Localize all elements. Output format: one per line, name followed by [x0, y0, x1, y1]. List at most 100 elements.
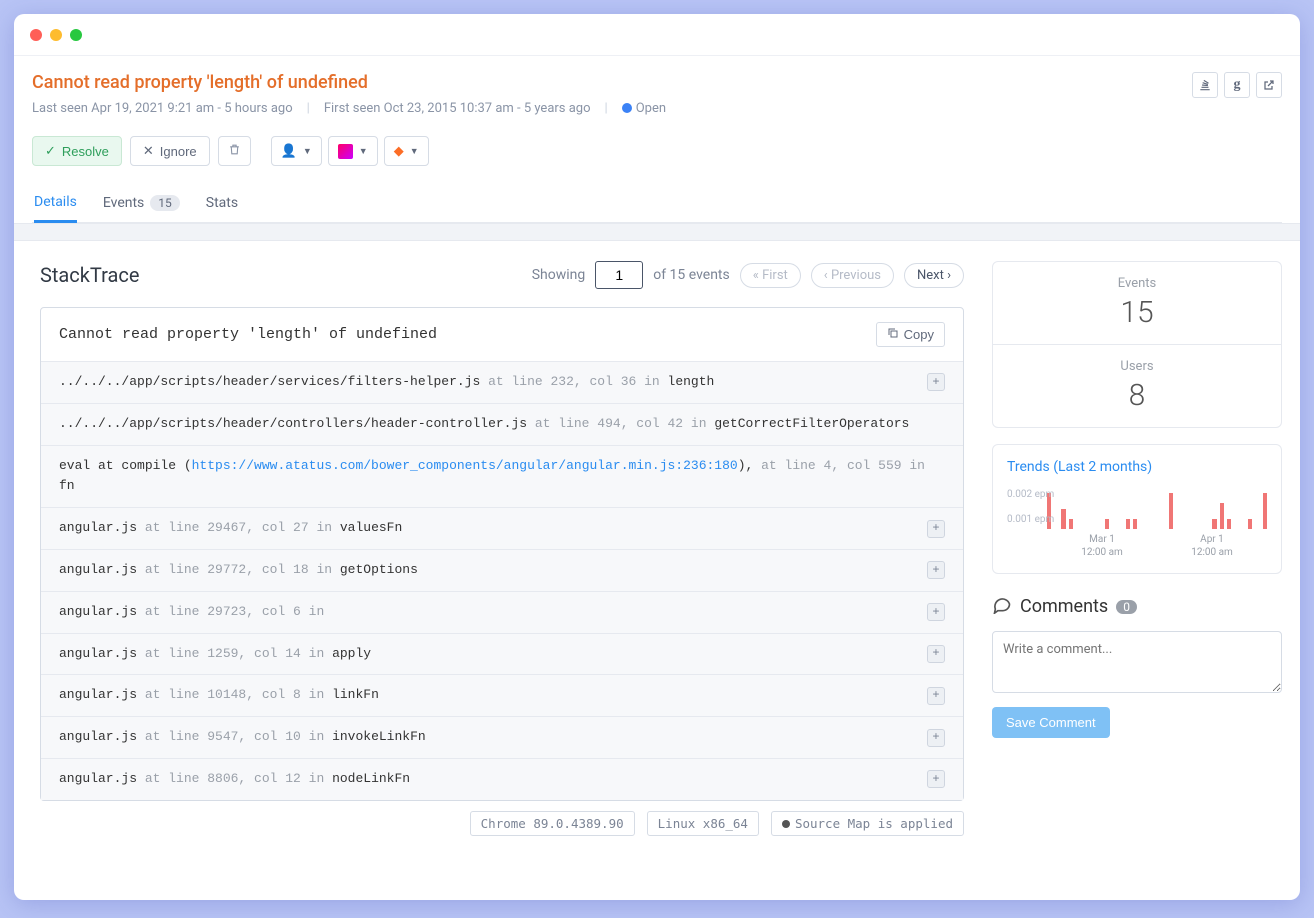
- stack-frame: eval at compile (https://www.atatus.com/…: [41, 445, 963, 508]
- stack-frame: angular.js at line 29467, col 27 in valu…: [41, 507, 963, 549]
- comments-heading: Comments 0: [992, 594, 1282, 619]
- meta-separator: |: [605, 101, 608, 116]
- youtrack-icon: [338, 144, 353, 159]
- stats-card: Events 15 Users 8: [992, 261, 1282, 428]
- comments-count: 0: [1116, 600, 1137, 614]
- integration-2-button[interactable]: ▼: [328, 136, 378, 166]
- comment-input[interactable]: [992, 631, 1282, 693]
- stack-frame: ../../../app/scripts/header/services/fil…: [41, 361, 963, 403]
- save-comment-button[interactable]: Save Comment: [992, 707, 1110, 738]
- caret-down-icon: ▼: [410, 146, 419, 156]
- y-tick: 0.001 epm: [1007, 514, 1054, 525]
- app-window: Cannot read property 'length' of undefin…: [14, 14, 1300, 900]
- next-page-button[interactable]: Next ›: [904, 263, 964, 288]
- y-tick: 0.002 epm: [1007, 489, 1054, 500]
- caret-down-icon: ▼: [359, 146, 368, 156]
- x-icon: ✕: [143, 143, 154, 159]
- tabs: Details Events 15 Stats: [32, 184, 1282, 223]
- stack-frame: ../../../app/scripts/header/controllers/…: [41, 403, 963, 445]
- person-icon: 👤: [281, 143, 297, 159]
- chart-bar: [1227, 519, 1231, 529]
- stack-frame: angular.js at line 9547, col 10 in invok…: [41, 716, 963, 758]
- stacktrace-heading: StackTrace: [40, 263, 139, 287]
- gitlab-icon: ◆: [394, 143, 404, 159]
- window-close-icon[interactable]: [30, 29, 42, 41]
- comment-icon: [992, 594, 1012, 619]
- window-zoom-icon[interactable]: [70, 29, 82, 41]
- chart-bar: [1069, 519, 1073, 529]
- trends-title: Trends (Last 2 months): [1007, 459, 1267, 475]
- expand-frame-button[interactable]: +: [927, 687, 945, 705]
- check-icon: ✓: [45, 143, 56, 159]
- expand-frame-button[interactable]: +: [927, 520, 945, 538]
- stack-frame: angular.js at line 8806, col 12 in nodeL…: [41, 758, 963, 800]
- titlebar: [14, 14, 1300, 56]
- sourcemap-pill: Source Map is applied: [771, 811, 964, 836]
- resolve-button[interactable]: ✓ Resolve: [32, 136, 122, 166]
- tab-stats[interactable]: Stats: [206, 184, 238, 222]
- chart-bar: [1248, 519, 1252, 529]
- trace-footer: Chrome 89.0.4389.90 Linux x86_64 Source …: [40, 801, 970, 836]
- users-stat-value: 8: [993, 378, 1281, 413]
- error-title: Cannot read property 'length' of undefin…: [32, 72, 1192, 93]
- stack-frame: angular.js at line 1259, col 14 in apply…: [41, 633, 963, 675]
- expand-frame-button[interactable]: +: [927, 603, 945, 621]
- events-stat-label: Events: [993, 276, 1281, 291]
- meta-separator: |: [307, 101, 310, 116]
- x-tick: Apr 112:00 am: [1191, 533, 1233, 559]
- chart-bar: [1169, 493, 1173, 529]
- window-minimize-icon[interactable]: [50, 29, 62, 41]
- pager: Showing of 15 events « First ‹ Previous …: [532, 261, 964, 289]
- tab-underbar: [14, 223, 1300, 241]
- chart-bar: [1220, 503, 1224, 529]
- page-input[interactable]: [595, 261, 643, 289]
- caret-down-icon: ▼: [303, 146, 312, 156]
- expand-frame-button[interactable]: +: [927, 729, 945, 747]
- copy-icon: [887, 327, 899, 342]
- chart-bar: [1263, 493, 1267, 529]
- first-page-button[interactable]: « First: [740, 263, 801, 288]
- browser-pill: Chrome 89.0.4389.90: [470, 811, 635, 836]
- events-stat-value: 15: [993, 295, 1281, 330]
- expand-frame-button[interactable]: +: [927, 770, 945, 788]
- chart-bar: [1061, 509, 1065, 529]
- showing-label: Showing: [532, 267, 586, 283]
- users-stat-label: Users: [993, 359, 1281, 374]
- status: Open: [622, 101, 666, 116]
- trends-card: Trends (Last 2 months) 0.002 epm 0.001 e…: [992, 444, 1282, 574]
- open-external-icon[interactable]: [1256, 72, 1282, 98]
- x-tick: Mar 112:00 am: [1081, 533, 1123, 559]
- chart-bar: [1212, 519, 1216, 529]
- first-seen: First seen Oct 23, 2015 10:37 am - 5 yea…: [324, 101, 591, 116]
- expand-frame-button[interactable]: +: [927, 373, 945, 391]
- integration-1-button[interactable]: 👤▼: [271, 136, 322, 166]
- trace-box: Cannot read property 'length' of undefin…: [40, 307, 964, 801]
- google-icon[interactable]: g: [1224, 72, 1250, 98]
- stack-frame: angular.js at line 10148, col 8 in linkF…: [41, 674, 963, 716]
- chart-bar: [1105, 519, 1109, 529]
- chart-bar: [1126, 519, 1130, 529]
- stackoverflow-icon[interactable]: [1192, 72, 1218, 98]
- tab-details[interactable]: Details: [34, 184, 77, 223]
- action-row: ✓ Resolve ✕ Ignore 👤▼ ▼ ◆▼: [32, 136, 1282, 166]
- error-meta: Last seen Apr 19, 2021 9:21 am - 5 hours…: [32, 101, 1192, 116]
- dot-icon: [782, 820, 790, 828]
- of-events-label: of 15 events: [653, 267, 730, 283]
- os-pill: Linux x86_64: [647, 811, 759, 836]
- tab-events[interactable]: Events 15: [103, 184, 180, 222]
- copy-button[interactable]: Copy: [876, 322, 945, 347]
- trends-chart: 0.002 epm 0.001 epm Mar 112:00 am Apr 11…: [1047, 489, 1267, 559]
- stack-frame: angular.js at line 29723, col 6 in +: [41, 591, 963, 633]
- last-seen: Last seen Apr 19, 2021 9:21 am - 5 hours…: [32, 101, 293, 116]
- expand-frame-button[interactable]: +: [927, 645, 945, 663]
- chart-bar: [1133, 519, 1137, 529]
- integration-3-button[interactable]: ◆▼: [384, 136, 429, 166]
- trace-message: Cannot read property 'length' of undefin…: [59, 326, 437, 343]
- delete-button[interactable]: [218, 136, 251, 166]
- ignore-button[interactable]: ✕ Ignore: [130, 136, 210, 166]
- previous-page-button[interactable]: ‹ Previous: [811, 263, 894, 288]
- status-dot-icon: [622, 103, 632, 113]
- expand-frame-button[interactable]: +: [927, 561, 945, 579]
- events-badge: 15: [150, 195, 180, 211]
- trash-icon: [228, 143, 241, 159]
